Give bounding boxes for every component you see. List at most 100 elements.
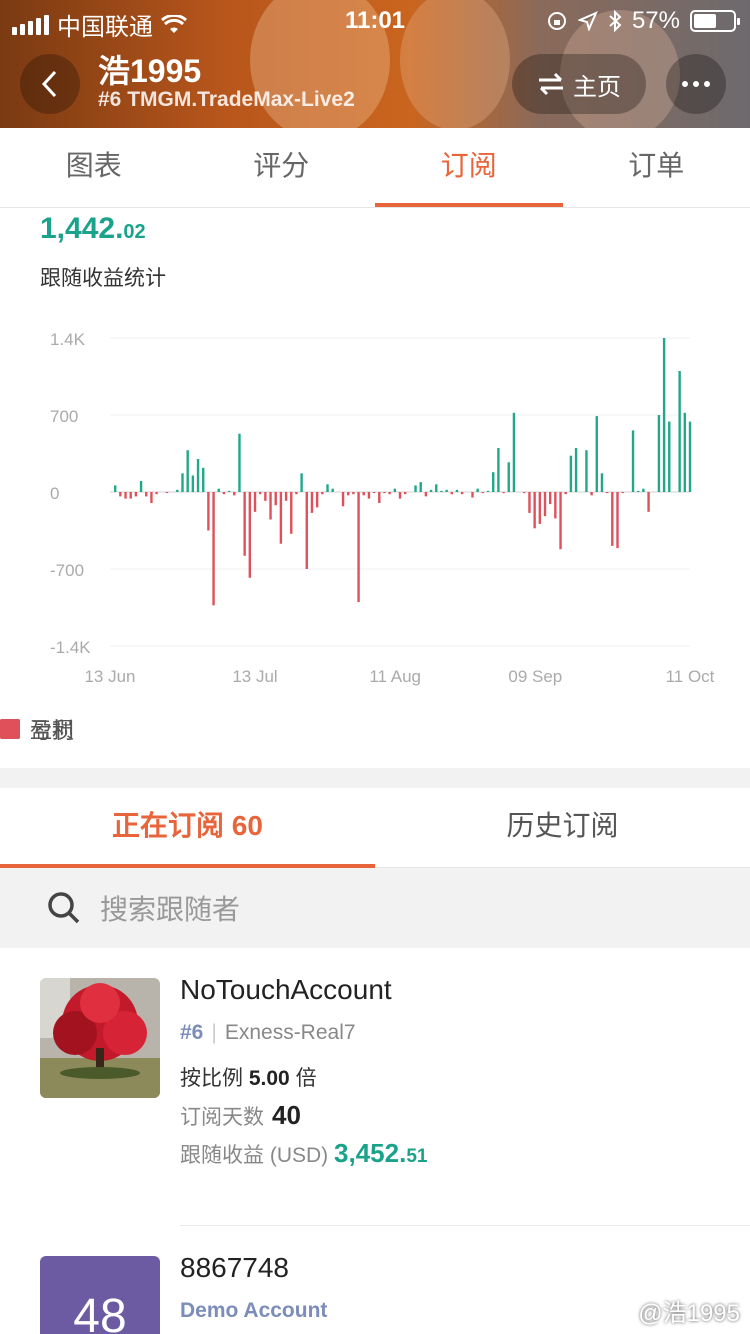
loss-bar — [119, 492, 122, 497]
follower-avatar: 48 — [40, 1256, 160, 1334]
more-dot-icon — [693, 81, 699, 87]
follower-profit-value: 3,452.51 — [334, 1138, 427, 1168]
profit-bar — [113, 485, 117, 492]
profit-bar — [326, 484, 329, 492]
profit-bar — [419, 482, 422, 492]
follower-search[interactable]: 搜索跟随者 — [0, 868, 750, 948]
tab-current-subscriptions[interactable]: 正在订阅 60 — [0, 788, 375, 868]
y-tick-label: 0 — [50, 484, 59, 503]
loss-bar — [388, 492, 391, 495]
home-button[interactable]: 主页 — [512, 54, 646, 114]
back-button[interactable] — [20, 54, 80, 114]
loss-bar — [155, 492, 158, 495]
profit-bar — [429, 489, 433, 492]
loss-bar — [647, 492, 650, 512]
profit-bar — [631, 430, 635, 492]
loss-bar — [383, 492, 386, 494]
loss-bar — [481, 492, 485, 494]
y-tick-label: 700 — [50, 407, 78, 426]
profit-bar — [238, 433, 241, 492]
bluetooth-icon — [609, 10, 622, 32]
loss-bar — [124, 492, 127, 499]
profit-bar-chart: 1.4K 700 0 -700 -1.4K 13 Jun 13 Jul 11 Aug 09 Se… — [50, 330, 715, 686]
profit-bar — [574, 448, 578, 492]
profit-bar — [657, 415, 661, 492]
more-button[interactable] — [666, 54, 726, 114]
loss-bar — [279, 492, 283, 544]
loss-bar — [543, 492, 547, 517]
profit-bar — [414, 485, 417, 492]
profit-bar — [300, 473, 303, 492]
loss-bar — [538, 492, 542, 524]
profit-bar — [191, 475, 195, 492]
profit-bar — [435, 484, 438, 492]
profit-bar — [455, 489, 459, 492]
profit-bar — [331, 488, 334, 492]
subscription-tabs: 正在订阅 60 历史订阅 — [0, 788, 750, 868]
follower-name: 8867748 — [180, 1252, 290, 1283]
tree-photo-icon — [40, 978, 160, 1098]
profit-bar — [181, 473, 184, 492]
profit-bar — [683, 412, 687, 492]
loss-bar — [403, 492, 407, 495]
follower-server: Exness-Real7 — [224, 1021, 356, 1044]
profit-bar — [176, 489, 179, 492]
x-tick-label: 09 Sep — [508, 667, 562, 686]
loss-bar — [605, 492, 609, 494]
loss-bar — [347, 492, 350, 496]
loss-bar — [165, 492, 169, 494]
app-screen: 中国联通 11:01 57% 浩1995 #6 TMGM.TradeMax-Li… — [0, 0, 750, 1334]
follower-profit-label: 跟随收益 (USD) — [180, 1144, 329, 1167]
follower-avatar-text: 48 — [73, 1289, 127, 1334]
profile-header: 中国联通 11:01 57% 浩1995 #6 TMGM.TradeMax-Li… — [0, 0, 750, 128]
follower-account: #6 | Exness-Real7 — [180, 1021, 356, 1045]
loss-bar — [548, 492, 552, 505]
profit-bar — [585, 450, 588, 492]
loss-bar — [222, 492, 226, 495]
follower-account-type: Demo Account — [180, 1299, 328, 1322]
loss-bar — [611, 492, 614, 546]
profit-bar — [600, 473, 604, 492]
tab-history-subscriptions[interactable]: 历史订阅 — [375, 788, 750, 867]
trader-account: #6 TMGM.TradeMax-Live2 — [98, 88, 355, 111]
loss-bar — [253, 492, 257, 512]
profit-bar — [569, 455, 573, 492]
tab-rating[interactable]: 评分 — [188, 128, 376, 207]
loss-bar — [295, 492, 298, 495]
loss-bar — [460, 492, 464, 495]
list-item[interactable]: NoTouchAccount #6 | Exness-Real7 按比例 5.00 … — [0, 948, 750, 1226]
profit-bar — [492, 472, 495, 492]
x-tick-label: 13 Jul — [232, 667, 277, 686]
loss-bar — [284, 492, 288, 501]
loss-bar — [616, 492, 619, 549]
search-placeholder: 搜索跟随者 — [100, 894, 241, 925]
loss-bar — [554, 492, 557, 519]
profit-bar — [202, 467, 205, 492]
legend-loss[interactable]: 亏损 — [0, 713, 750, 745]
profit-bar — [476, 488, 479, 492]
tab-orders[interactable]: 订单 — [563, 128, 750, 207]
location-icon — [577, 11, 598, 31]
loss-bar — [150, 492, 153, 503]
tab-subscription[interactable]: 订阅 — [375, 128, 563, 207]
watermark: @浩1995 — [638, 1300, 740, 1327]
loss-bar — [559, 492, 562, 550]
loss-bar — [352, 492, 355, 495]
legend-loss-label: 亏损 — [30, 718, 75, 743]
total-profit-dec: 02 — [123, 221, 146, 243]
total-profit-int: 1,442. — [40, 212, 124, 245]
profit-bar — [445, 489, 448, 492]
loss-bar — [564, 492, 567, 495]
profit-bar — [497, 448, 500, 492]
loss-bar — [290, 492, 293, 534]
y-tick-label: -700 — [50, 561, 84, 580]
loss-bar — [378, 492, 381, 503]
loss-bar — [357, 492, 360, 602]
copy-ratio-label: 按比例 — [180, 1067, 243, 1090]
tab-chart[interactable]: 图表 — [0, 128, 188, 207]
chart-title: 跟随收益统计 — [40, 267, 166, 290]
rotation-lock-icon — [547, 12, 566, 30]
follower-list: NoTouchAccount #6 | Exness-Real7 按比例 5.00 … — [0, 948, 750, 1334]
y-tick-label: 1.4K — [50, 330, 86, 349]
loss-bar — [528, 492, 531, 513]
